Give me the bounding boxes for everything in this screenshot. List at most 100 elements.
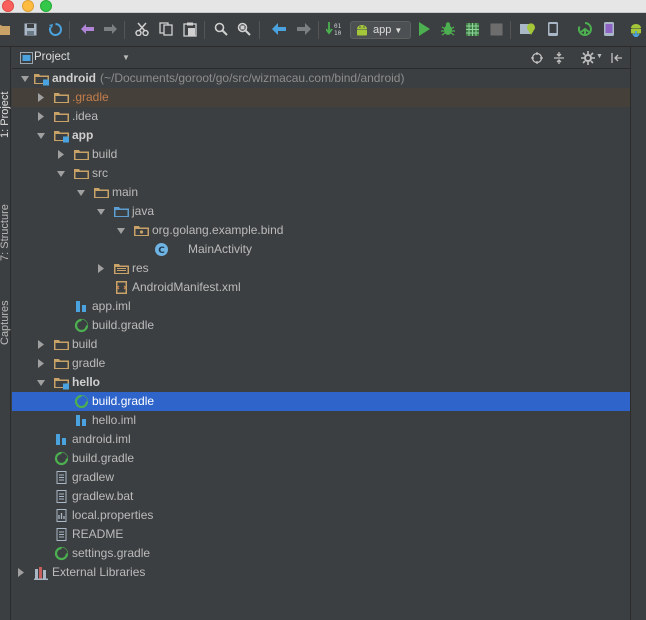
- tree-row-hello-build-gradle[interactable]: build.gradle: [12, 392, 630, 411]
- avd-manager-icon[interactable]: [544, 20, 562, 38]
- tree-row-main[interactable]: main: [12, 183, 630, 202]
- tree-label: app.iml: [92, 299, 131, 313]
- sync-icon[interactable]: [46, 20, 64, 38]
- tree-row-gradlew-bat[interactable]: gradlew.bat: [12, 487, 630, 506]
- gradle-sync-icon[interactable]: [576, 20, 594, 38]
- replace-icon[interactable]: [235, 20, 253, 38]
- tree-row-build[interactable]: build: [12, 335, 630, 354]
- tree-label: android: [52, 71, 96, 85]
- tree-row-package[interactable]: org.golang.example.bind: [12, 221, 630, 240]
- tree-row-src[interactable]: src: [12, 164, 630, 183]
- tree-label: hello.iml: [92, 413, 137, 427]
- collapsed-arrow-icon[interactable]: [36, 354, 46, 373]
- cut-icon[interactable]: [133, 20, 151, 38]
- debug-icon[interactable]: [439, 20, 457, 38]
- device-monitor-icon[interactable]: [600, 20, 618, 38]
- redo-icon[interactable]: [101, 20, 119, 38]
- tool-window-strip: 1: Project 7: Structure Captures: [0, 47, 11, 620]
- tree-row-gradle-dir[interactable]: .gradle: [12, 88, 630, 107]
- run-configuration-select[interactable]: app ▼: [350, 21, 411, 39]
- tree-label: build.gradle: [92, 318, 155, 332]
- attach-debugger-icon[interactable]: [518, 20, 536, 38]
- expanded-arrow-icon[interactable]: [36, 373, 46, 392]
- scroll-from-source-icon[interactable]: [531, 52, 543, 64]
- run-with-coverage-icon[interactable]: [463, 20, 481, 38]
- collapsed-arrow-icon[interactable]: [36, 88, 46, 107]
- tree-row-manifest[interactable]: AndroidManifest.xml: [12, 278, 630, 297]
- collapsed-arrow-icon[interactable]: [96, 259, 106, 278]
- gear-icon[interactable]: [581, 51, 595, 65]
- collapsed-arrow-icon[interactable]: [56, 145, 66, 164]
- module-folder-icon: [54, 131, 69, 143]
- tree-label: README: [72, 527, 124, 541]
- sdk-manager-icon[interactable]: [627, 20, 645, 38]
- tree-row-java[interactable]: java: [12, 202, 630, 221]
- tree-row-android[interactable]: android (~/Documents/goroot/go/src/wizmac…: [12, 69, 630, 88]
- tree-label: local.properties: [72, 508, 154, 522]
- folder-icon: [54, 340, 69, 350]
- expanded-arrow-icon[interactable]: [36, 126, 46, 145]
- find-icon[interactable]: [212, 20, 230, 38]
- tab-project[interactable]: 1: Project: [0, 92, 11, 138]
- manifest-file-icon: [116, 281, 127, 294]
- project-panel-header: Project ▼ ▼: [12, 47, 630, 69]
- tree-row-app-iml[interactable]: app.iml: [12, 297, 630, 316]
- properties-file-icon: [56, 509, 67, 522]
- forward-icon[interactable]: [295, 20, 313, 38]
- text-file-icon: [56, 471, 67, 484]
- tree-row-android-iml[interactable]: android.iml: [12, 430, 630, 449]
- tree-row-app-build[interactable]: build: [12, 145, 630, 164]
- folder-icon: [54, 359, 69, 369]
- tree-label: AndroidManifest.xml: [132, 280, 241, 294]
- expanded-arrow-icon[interactable]: [96, 202, 106, 221]
- tree-row-gradle[interactable]: gradle: [12, 354, 630, 373]
- expanded-arrow-icon[interactable]: [76, 183, 86, 202]
- close-window-button[interactable]: [2, 0, 14, 12]
- gradle-file-icon: [54, 451, 69, 466]
- tab-structure[interactable]: 7: Structure: [0, 204, 11, 261]
- copy-icon[interactable]: [157, 20, 175, 38]
- expanded-arrow-icon[interactable]: [56, 164, 66, 183]
- collapse-all-icon[interactable]: [553, 52, 565, 64]
- tree-row-main-activity[interactable]: C MainActivity: [12, 240, 630, 259]
- back-icon[interactable]: [270, 20, 288, 38]
- libraries-icon: [34, 567, 48, 580]
- tree-row-idea-dir[interactable]: .idea: [12, 107, 630, 126]
- tree-row-app[interactable]: app: [12, 126, 630, 145]
- tree-row-app-build-gradle[interactable]: build.gradle: [12, 316, 630, 335]
- open-folder-icon[interactable]: [0, 20, 12, 38]
- hide-panel-icon[interactable]: [610, 52, 622, 64]
- chevron-down-icon[interactable]: ▼: [596, 53, 603, 60]
- vertical-scrollbar[interactable]: [630, 47, 646, 620]
- tree-row-hello-iml[interactable]: hello.iml: [12, 411, 630, 430]
- tree-row-external-libraries[interactable]: External Libraries: [12, 563, 630, 582]
- tab-captures[interactable]: Captures: [0, 300, 11, 345]
- text-file-icon: [56, 490, 67, 503]
- expanded-arrow-icon[interactable]: [20, 69, 30, 88]
- tree-row-readme[interactable]: README: [12, 525, 630, 544]
- tree-row-res[interactable]: res: [12, 259, 630, 278]
- paste-icon[interactable]: [181, 20, 199, 38]
- save-all-icon[interactable]: [21, 20, 39, 38]
- tree-row-settings-gradle[interactable]: settings.gradle: [12, 544, 630, 563]
- make-project-icon[interactable]: 01 10: [326, 20, 344, 38]
- collapsed-arrow-icon[interactable]: [36, 107, 46, 126]
- minimize-window-button[interactable]: [22, 0, 34, 12]
- chevron-down-icon[interactable]: ▼: [122, 53, 130, 62]
- tree-row-hello[interactable]: hello: [12, 373, 630, 392]
- stop-icon[interactable]: [487, 20, 505, 38]
- run-icon[interactable]: [415, 20, 433, 38]
- tree-label: build: [92, 147, 118, 161]
- gradle-file-icon: [74, 394, 89, 409]
- collapsed-arrow-icon[interactable]: [16, 563, 26, 582]
- undo-icon[interactable]: [78, 20, 96, 38]
- panel-title[interactable]: Project: [34, 51, 70, 63]
- tree-row-root-build-gradle[interactable]: build.gradle: [12, 449, 630, 468]
- tree-row-gradlew[interactable]: gradlew: [12, 468, 630, 487]
- collapsed-arrow-icon[interactable]: [36, 335, 46, 354]
- tree-row-local-properties[interactable]: local.properties: [12, 506, 630, 525]
- project-tree: android (~/Documents/goroot/go/src/wizmac…: [12, 69, 630, 620]
- zoom-window-button[interactable]: [40, 0, 52, 12]
- expanded-arrow-icon[interactable]: [116, 221, 126, 240]
- project-path: (~/Documents/goroot/go/src/wizmacau.com/…: [100, 71, 405, 85]
